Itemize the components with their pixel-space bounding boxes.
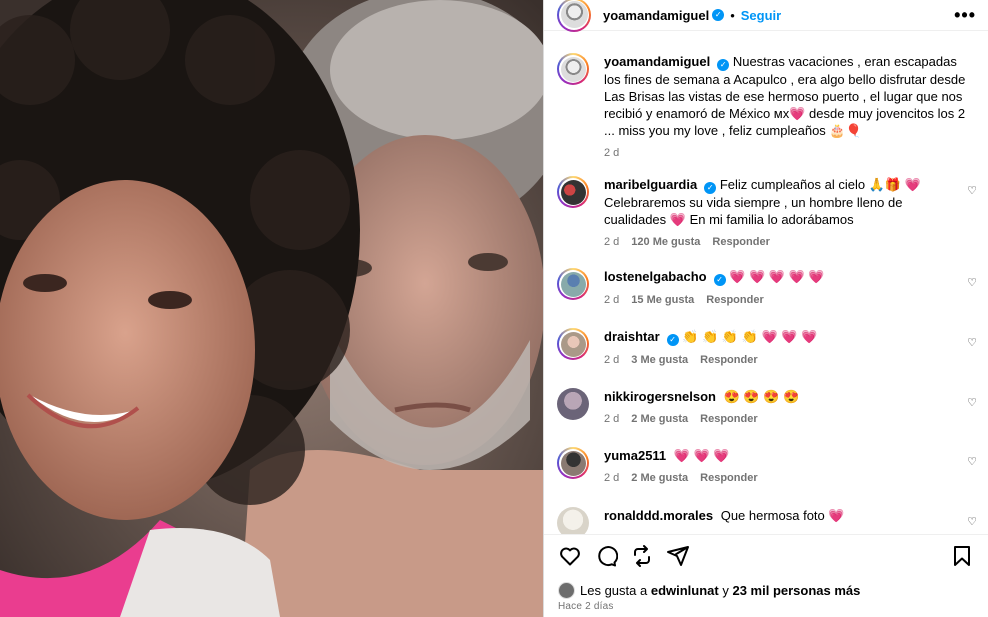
liker-username[interactable]: edwinlunat	[651, 583, 719, 598]
like-heart-icon[interactable]	[558, 544, 582, 568]
comment-text: 💗 💗 💗 💗 💗	[729, 269, 825, 284]
comment-item: yuma2511 💗 💗 💗 2 d 2 Me gusta Responder ♡	[557, 447, 977, 484]
comment-likes[interactable]: 2 Me gusta	[631, 472, 688, 484]
like-comment-heart-icon[interactable]: ♡	[967, 396, 977, 409]
comment-time[interactable]: 2 d	[604, 413, 619, 425]
reply-button[interactable]: Responder	[712, 236, 769, 248]
comment-icon[interactable]	[594, 544, 618, 568]
more-options-icon[interactable]: •••	[954, 6, 976, 24]
author-username[interactable]: yoamandamiguel	[603, 8, 709, 23]
likes-count[interactable]: 23 mil personas más	[732, 583, 860, 598]
liker-avatar[interactable]	[558, 582, 575, 599]
author-avatar[interactable]	[557, 0, 591, 32]
comment-username[interactable]: ronalddd.morales	[604, 508, 713, 523]
comment-item: nikkirogersnelson 😍 😍 😍 😍 2 d 2 Me gusta R…	[557, 388, 977, 425]
verified-icon: ✓	[712, 9, 725, 21]
comment-avatar[interactable]	[557, 507, 589, 534]
likes-summary: Les gusta a edwinlunat y 23 mil personas…	[558, 582, 860, 599]
share-icon[interactable]	[666, 544, 690, 568]
likes-prefix: Les gusta a	[580, 583, 648, 598]
post-detail-panel: yoamandamiguel ✓ • Seguir ••• yoamandami…	[543, 0, 988, 617]
reply-button[interactable]: Responder	[700, 413, 757, 425]
reply-button[interactable]: Responder	[700, 472, 757, 484]
comment-item: maribelguardia ✓ Feliz cumpleaños al ciel…	[557, 176, 977, 248]
comment-item: lostenelgabacho ✓ 💗 💗 💗 💗 💗 2 d 15 Me gust…	[557, 268, 977, 306]
verified-icon: ✓	[717, 59, 730, 71]
verified-icon: ✓	[704, 182, 717, 194]
verified-icon: ✓	[713, 274, 726, 286]
like-comment-heart-icon[interactable]: ♡	[967, 184, 977, 197]
comment-username[interactable]: maribelguardia	[604, 177, 697, 192]
comment-item: draishtar ✓ 👏 👏 👏 👏 💗 💗 💗 2 d 3 Me gusta Re…	[557, 328, 977, 366]
post-timestamp[interactable]: Hace 2 días	[558, 601, 614, 612]
comment-text: Que hermosa foto 💗	[720, 508, 845, 523]
comment-text: 😍 😍 😍 😍	[723, 389, 800, 404]
comment-text: 💗 💗 💗	[673, 448, 730, 463]
caption: yoamandamiguel ✓ Nuestras vacaciones , er…	[557, 53, 977, 159]
like-comment-heart-icon[interactable]: ♡	[967, 515, 977, 528]
like-comment-heart-icon[interactable]: ♡	[967, 455, 977, 468]
comment-time[interactable]: 2 d	[604, 354, 619, 366]
post-photo	[0, 0, 543, 617]
comment-username[interactable]: lostenelgabacho	[604, 269, 707, 284]
verified-icon: ✓	[666, 334, 679, 346]
comment-time[interactable]: 2 d	[604, 236, 619, 248]
reply-button[interactable]: Responder	[706, 294, 763, 306]
caption-avatar[interactable]	[557, 53, 589, 85]
reply-button[interactable]: Responder	[700, 354, 757, 366]
repost-icon[interactable]	[630, 544, 654, 568]
comment-avatar[interactable]	[557, 268, 589, 300]
comment-text: 👏 👏 👏 👏 💗 💗 💗	[682, 329, 818, 344]
comment-avatar[interactable]	[557, 447, 589, 479]
comment-time[interactable]: 2 d	[604, 472, 619, 484]
separator-dot: •	[730, 7, 735, 23]
comment-username[interactable]: yuma2511	[604, 448, 666, 463]
comments-list: yoamandamiguel ✓ Nuestras vacaciones , er…	[544, 43, 988, 534]
action-bar	[544, 534, 988, 576]
comment-username[interactable]: draishtar	[604, 329, 660, 344]
like-comment-heart-icon[interactable]: ♡	[967, 276, 977, 289]
comment-avatar[interactable]	[557, 388, 589, 420]
comment-likes[interactable]: 2 Me gusta	[631, 413, 688, 425]
comment-time[interactable]: 2 d	[604, 294, 619, 306]
like-comment-heart-icon[interactable]: ♡	[967, 336, 977, 349]
comment-likes[interactable]: 15 Me gusta	[631, 294, 694, 306]
comment-item: ronalddd.morales Que hermosa foto 💗 ♡	[557, 507, 977, 534]
caption-time[interactable]: 2 d	[604, 147, 619, 159]
comment-likes[interactable]: 120 Me gusta	[631, 236, 700, 248]
comment-avatar[interactable]	[557, 176, 589, 208]
post-header: yoamandamiguel ✓ • Seguir •••	[544, 0, 988, 32]
comment-likes[interactable]: 3 Me gusta	[631, 354, 688, 366]
comment-avatar[interactable]	[557, 328, 589, 360]
likes-conjunction: y	[722, 583, 729, 598]
comment-username[interactable]: nikkirogersnelson	[604, 389, 716, 404]
follow-button[interactable]: Seguir	[741, 8, 781, 23]
bookmark-icon[interactable]	[950, 544, 974, 568]
caption-username[interactable]: yoamandamiguel	[604, 54, 710, 69]
